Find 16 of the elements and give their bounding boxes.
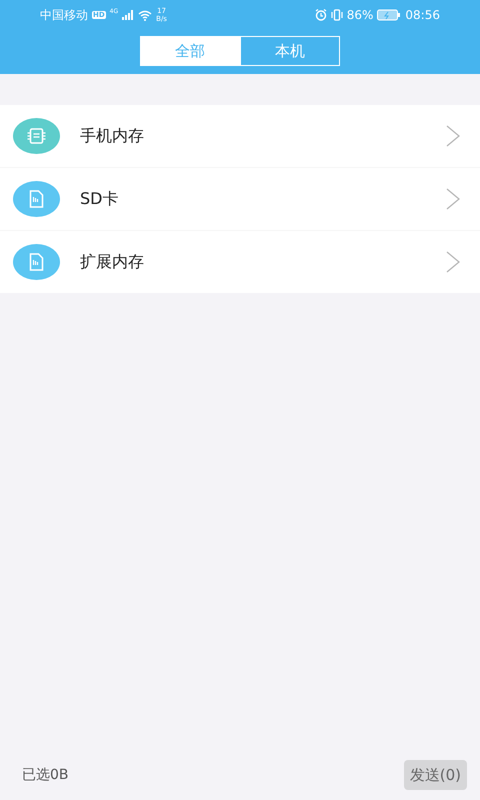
carrier-name: 中国移动 (40, 6, 88, 24)
chevron-right-icon (446, 251, 460, 273)
send-button[interactable]: 发送(0) (404, 760, 467, 790)
battery-percent: 86% (346, 8, 374, 22)
signal-icon (122, 10, 134, 20)
vibrate-icon (330, 9, 343, 21)
clock-time: 08:56 (405, 8, 440, 22)
battery-icon (377, 9, 402, 21)
selected-size: 已选0B (22, 766, 69, 784)
chevron-right-icon (446, 188, 460, 210)
alarm-icon (314, 9, 327, 21)
chevron-right-icon (446, 125, 460, 147)
storage-item[interactable]: SD卡 (0, 168, 480, 231)
storage-item[interactable]: 手机内存 (0, 105, 480, 168)
storage-item[interactable]: 扩展内存 (0, 231, 480, 293)
wifi-icon (138, 10, 152, 20)
